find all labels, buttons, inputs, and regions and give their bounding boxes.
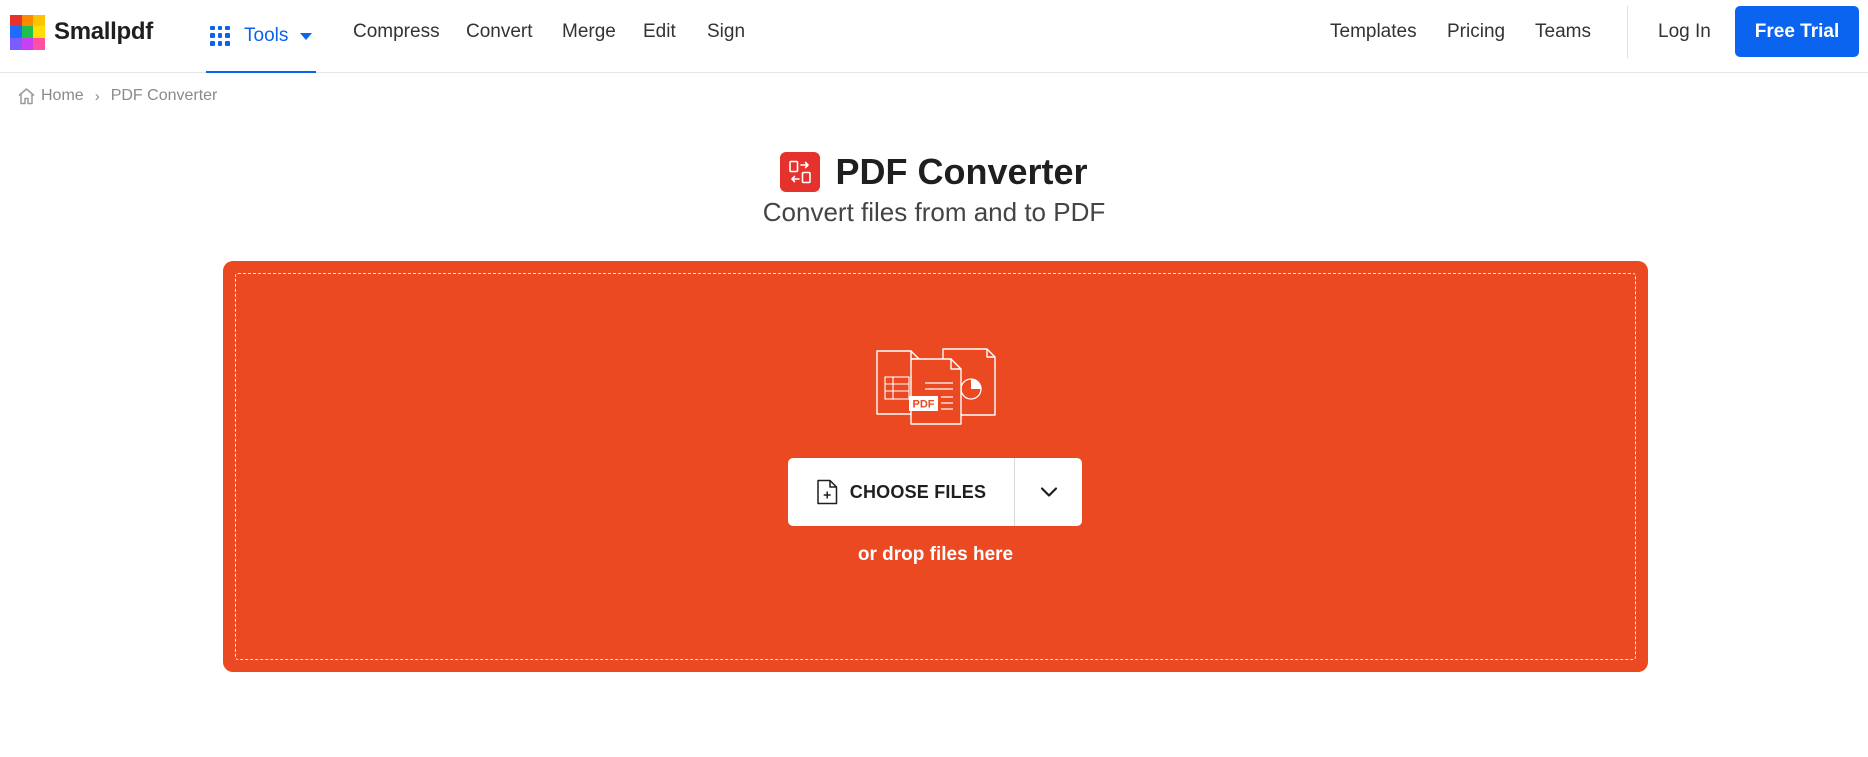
drop-files-hint: or drop files here <box>857 544 1014 565</box>
upload-source-dropdown[interactable] <box>1015 458 1082 526</box>
page-header: PDF Converter <box>0 150 1868 194</box>
page-subtitle: Convert files from and to PDF <box>762 197 1106 227</box>
smallpdf-logo[interactable]: Smallpdf <box>10 14 153 50</box>
top-navigation-bar: Smallpdf Tools Compress Convert Merge Ed… <box>0 0 1868 73</box>
illustration-pdf-label: PDF <box>913 399 935 411</box>
tools-menu-button[interactable]: Tools <box>206 0 316 73</box>
nav-teams[interactable]: Teams <box>1535 0 1591 64</box>
breadcrumb-separator: › <box>94 87 100 105</box>
breadcrumb-home-label: Home <box>41 87 84 104</box>
breadcrumb-current[interactable]: PDF Converter <box>111 87 218 105</box>
tools-label: Tools <box>244 24 289 46</box>
login-link[interactable]: Log In <box>1658 0 1711 64</box>
page-title: PDF Converter <box>835 151 1088 192</box>
choose-files-control: CHOOSE FILES <box>788 458 1082 526</box>
breadcrumb: Home › PDF Converter <box>17 85 217 107</box>
nav-compress[interactable]: Compress <box>353 0 440 64</box>
convert-icon <box>780 152 821 192</box>
smallpdf-logo-mark <box>10 14 45 50</box>
choose-files-label: CHOOSE FILES <box>849 481 987 502</box>
free-trial-button[interactable]: Free Trial <box>1735 6 1859 57</box>
nav-templates[interactable]: Templates <box>1330 0 1417 64</box>
chevron-down-icon <box>1040 487 1057 497</box>
nav-pricing[interactable]: Pricing <box>1447 0 1505 64</box>
file-dropzone[interactable]: PDF CHOOSE FILES or drop files here <box>223 261 1648 672</box>
file-add-icon <box>817 479 838 505</box>
nav-edit[interactable]: Edit <box>643 0 676 64</box>
header-divider <box>1627 6 1628 58</box>
nav-merge[interactable]: Merge <box>562 0 616 64</box>
grid-icon <box>210 25 231 46</box>
nav-convert[interactable]: Convert <box>466 0 533 64</box>
logo-text: Smallpdf <box>54 18 153 45</box>
nav-sign[interactable]: Sign <box>707 0 745 64</box>
files-illustration-icon: PDF <box>876 348 996 425</box>
choose-files-button[interactable]: CHOOSE FILES <box>788 458 1014 526</box>
breadcrumb-home[interactable]: Home <box>17 87 84 105</box>
home-icon <box>18 88 35 105</box>
caret-down-icon <box>300 33 313 40</box>
